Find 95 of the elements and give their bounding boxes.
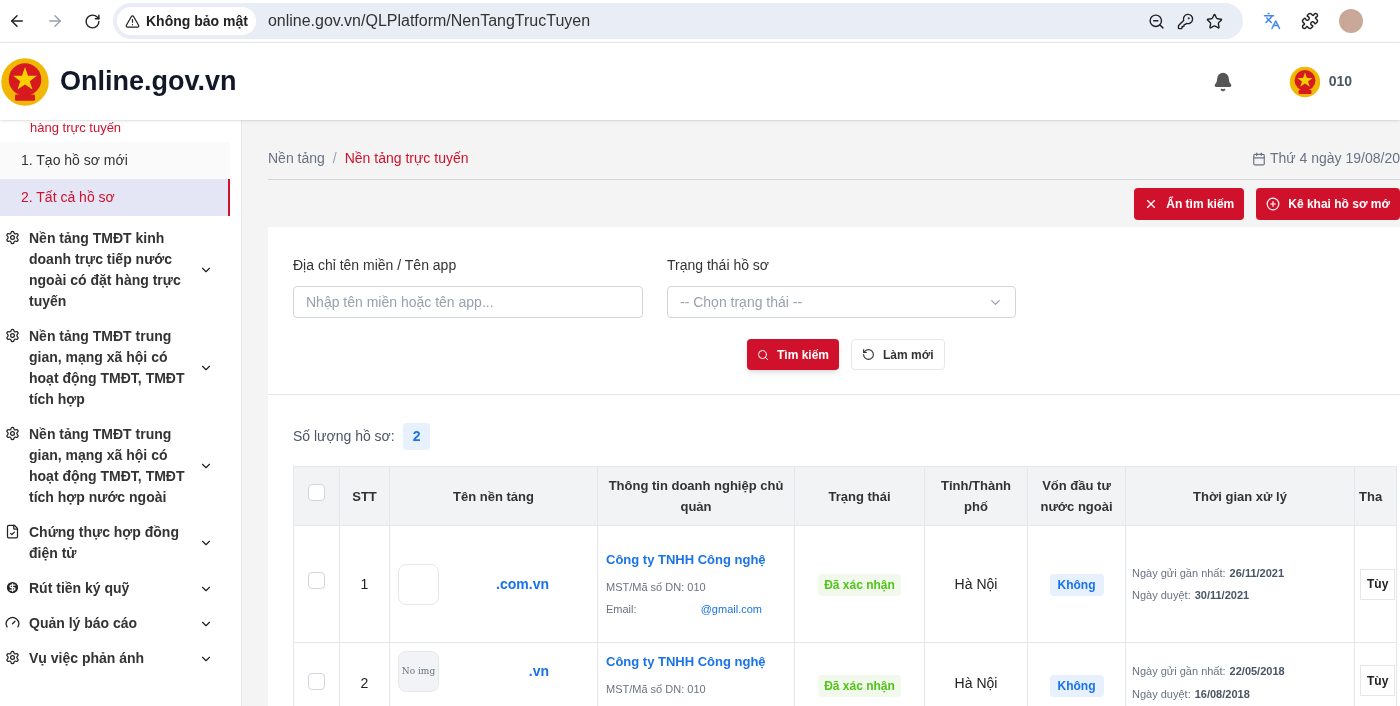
breadcrumb-link[interactable]: Nền tảng	[268, 148, 325, 169]
column-header: Trạng thái	[794, 466, 925, 526]
status-badge: Đã xác nhận	[818, 574, 901, 596]
forward-icon[interactable]	[46, 12, 64, 30]
refresh-icon	[862, 348, 876, 361]
sidebar-group[interactable]: Nền tảng TMĐT trung gian, mạng xã hội có hoạt động TMĐT, TMĐT tích hợp	[5, 326, 213, 410]
email-label: Email:	[606, 602, 637, 617]
sidebar-group[interactable]: Nền tảng TMĐT trung gian, mạng xã hội có hoạt động TMĐT, TMĐT tích hợp nước ngoài	[5, 424, 213, 508]
column-header: Thời gian xử lý	[1125, 466, 1355, 526]
sidebar-subitem[interactable]: 2. Tất cả hồ sơ	[0, 179, 230, 216]
sidebar-group[interactable]: Rút tiền ký quỹ	[5, 578, 213, 599]
company-link[interactable]: Công ty TNHH Công nghệ	[606, 653, 786, 671]
field-label: Địa chỉ tên miền / Tên app	[293, 256, 458, 275]
gauge-icon	[5, 615, 20, 630]
options-button[interactable]: Tùy	[1360, 568, 1396, 600]
emblem-logo	[0, 56, 50, 107]
sent-label: Ngày gửi gần nhất:	[1132, 664, 1226, 679]
back-icon[interactable]	[8, 12, 26, 30]
sent-date: 22/05/2018	[1229, 664, 1285, 679]
platform-thumbnail: No img	[398, 651, 439, 692]
star-icon[interactable]	[1206, 12, 1223, 30]
translate-icon[interactable]	[1263, 12, 1281, 30]
document-icon	[5, 524, 20, 539]
sidebar-group-label: Vụ việc phản ánh	[29, 649, 146, 668]
sidebar-group-label: Rút tiền ký quỹ	[29, 579, 131, 598]
sidebar-group[interactable]: Nền tảng TMĐT kinh doanh trực tiếp nước ngoài có đặt hàng trực tuyến	[5, 228, 213, 312]
sidebar-group[interactable]: Vụ việc phản ánh	[5, 648, 213, 669]
sidebar-group-label: Quản lý báo cáo	[29, 614, 139, 633]
approved-label: Ngày duyệt:	[1132, 686, 1191, 702]
gear-icon	[5, 650, 20, 665]
security-chip[interactable]: Không bảo mật	[117, 7, 256, 35]
row-checkbox[interactable]	[308, 572, 325, 589]
reset-button[interactable]: Làm mới	[851, 339, 945, 370]
domain-input-field[interactable]: Nhập tên miền hoặc tên app...	[293, 286, 643, 318]
date-text: Thứ 4 ngày 19/08/20	[1269, 149, 1400, 168]
url-text: online.gov.vn/QLPlatform/NenTangTrucTuyen	[267, 11, 591, 31]
approved-date: 16/08/2018	[1194, 686, 1250, 702]
search-icon	[757, 348, 769, 361]
add-record-button[interactable]: Kê khai hồ sơ mớ	[1256, 188, 1400, 220]
zoom-icon[interactable]	[1148, 12, 1165, 30]
sidebar-group-label: Nền tảng TMĐT trung gian, mạng xã hội có hoạt động TMĐT, TMĐT tích hợp	[29, 327, 186, 409]
capital-badge: Không	[1049, 675, 1104, 697]
tax-id: MST/Mã số DN: 010	[606, 579, 707, 595]
bell-icon[interactable]	[1212, 71, 1233, 92]
column-header: STT	[339, 466, 390, 526]
site-title: Online.gov.vn	[60, 65, 237, 99]
approved-label: Ngày duyệt:	[1132, 588, 1191, 603]
calendar-icon	[1251, 151, 1266, 166]
extension-icon[interactable]	[1301, 12, 1319, 30]
breadcrumb-separator: /	[332, 149, 337, 168]
row-checkbox[interactable]	[308, 673, 325, 690]
field-label: Trạng thái hồ sơ	[667, 256, 771, 275]
gear-icon	[5, 230, 20, 245]
status-badge: Đã xác nhận	[818, 675, 901, 697]
hide-search-button[interactable]: Ẩn tìm kiếm	[1134, 188, 1245, 220]
dollar-icon	[5, 580, 20, 595]
sidebar-group-label: Nền tảng TMĐT trung gian, mạng xã hội có hoạt động TMĐT, TMĐT tích hợp nước ngoài	[29, 425, 186, 507]
table-cell: Hà Nội	[924, 525, 1028, 643]
address-bar[interactable]: Không bảo mật online.gov.vn/QLPlatform/NenTangTrucTuyen	[113, 3, 1243, 39]
sidebar-group[interactable]: Quản lý báo cáo	[5, 613, 213, 634]
table-cell: 1	[339, 525, 390, 643]
user-id[interactable]: 010	[1328, 71, 1352, 92]
tax-id: MST/Mã số DN: 010	[606, 682, 707, 697]
row-checkbox[interactable]	[308, 484, 325, 501]
sent-date: 26/11/2021	[1229, 565, 1285, 581]
sidebar-subitem[interactable]: 1. Tạo hồ sơ mới	[0, 142, 230, 179]
sent-label: Ngày gửi gần nhất:	[1132, 565, 1226, 581]
approved-date: 30/11/2021	[1194, 588, 1250, 603]
gear-icon	[5, 426, 20, 441]
key-icon[interactable]	[1177, 12, 1194, 30]
column-header: Vốn đầu tư nước ngoài	[1027, 466, 1126, 526]
options-button[interactable]: Tùy	[1360, 665, 1396, 696]
company-link[interactable]: Công ty TNHH Công nghệ	[606, 550, 786, 569]
platform-thumbnail	[398, 563, 439, 605]
column-header: Tha	[1354, 466, 1397, 526]
platform-link[interactable]: .com.vn	[496, 573, 549, 595]
search-button[interactable]: Tìm kiếm	[747, 339, 840, 370]
emblem-logo	[1288, 65, 1321, 98]
breadcrumb-link[interactable]: Nền tảng trực tuyến	[344, 148, 469, 169]
column-header: Tên nền tảng	[389, 466, 598, 526]
count-label: Số lượng hồ sơ:	[293, 427, 395, 446]
sidebar-group-label: Nền tảng TMĐT kinh doanh trực tiếp nước ngoài có đặt hàng trực tuyến	[29, 229, 182, 311]
sidebar-group-label: Chứng thực hợp đồng điện tử	[29, 523, 180, 563]
column-header: Tỉnh/Thành phố	[924, 466, 1028, 526]
gear-icon	[5, 328, 20, 343]
count-badge: 2	[402, 423, 431, 450]
email-link[interactable]: @gmail.com	[700, 601, 762, 618]
sidebar-section-title[interactable]: hàng trực tuyến	[0, 120, 241, 136]
column-header: Thông tin doanh nghiệp chủ quản	[597, 466, 795, 526]
warning-icon	[125, 13, 140, 29]
capital-badge: Không	[1049, 574, 1104, 596]
sidebar-group[interactable]: Chứng thực hợp đồng điện tử	[5, 522, 213, 564]
plus-icon	[1266, 197, 1281, 211]
reload-icon[interactable]	[84, 12, 101, 30]
platform-link[interactable]: .vn	[528, 661, 549, 682]
